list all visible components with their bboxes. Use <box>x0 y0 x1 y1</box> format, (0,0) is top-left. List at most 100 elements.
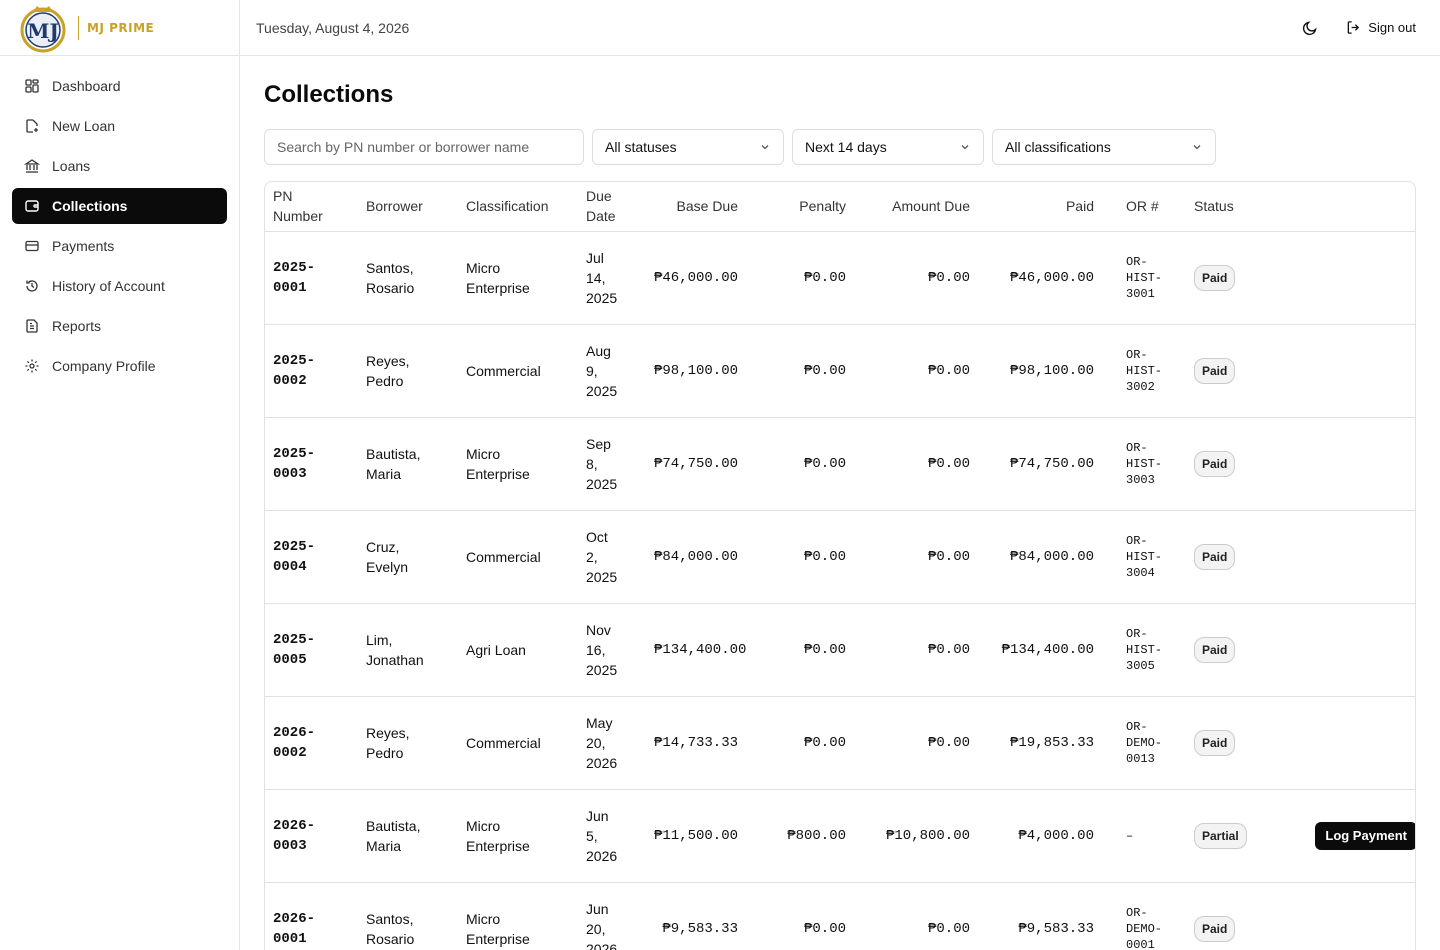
moon-icon <box>1303 20 1317 35</box>
paid-cell: ₱74,750.00 <box>978 417 1102 511</box>
sidebar-item-collections[interactable]: Collections <box>12 188 227 224</box>
sidebar-item-history-of-account[interactable]: History of Account <box>12 268 227 304</box>
or-number-cell: OR- HIST- 3003 <box>1102 417 1170 511</box>
column-header-penalty: Penalty <box>746 182 854 232</box>
sidebar-item-label: History of Account <box>52 278 165 294</box>
base-due-cell: ₱14,733.33 <box>646 696 746 790</box>
penalty-cell: ₱0.00 <box>746 324 854 418</box>
wallet-icon <box>25 200 39 212</box>
sidebar-item-loans[interactable]: Loans <box>12 148 227 184</box>
action-cell <box>1283 882 1415 950</box>
search-input[interactable] <box>264 129 584 165</box>
status-filter-select[interactable]: All statuses <box>592 129 784 165</box>
amount-due-cell: ₱0.00 <box>854 882 978 950</box>
company-logo: MJ <box>18 3 68 53</box>
sidebar-item-label: Dashboard <box>52 78 121 94</box>
due-date-cell: Sep 8, 2025 <box>578 417 646 511</box>
page-title: Collections <box>264 81 394 108</box>
log-payment-button[interactable]: Log Payment <box>1315 821 1415 850</box>
chevron-down-icon <box>761 145 769 150</box>
sidebar-item-company-profile[interactable]: Company Profile <box>12 348 227 384</box>
paid-cell: ₱84,000.00 <box>978 510 1102 604</box>
column-header-borrower: Borrower <box>358 182 458 232</box>
sidebar-item-dashboard[interactable]: Dashboard <box>12 68 227 104</box>
current-date: Tuesday, August 4, 2026 <box>256 19 410 36</box>
amount-due-cell: ₱0.00 <box>854 324 978 418</box>
status-badge: Paid <box>1194 450 1236 477</box>
column-header-or: OR # <box>1102 182 1170 232</box>
classification-filter-select[interactable]: All classifications <box>992 129 1216 165</box>
status-badge: Paid <box>1194 915 1236 942</box>
paid-cell: ₱98,100.00 <box>978 324 1102 418</box>
table-row[interactable]: 2025- 0003 Bautista, Maria Micro Enterprise… <box>265 417 1415 511</box>
base-due-cell: ₱9,583.33 <box>646 882 746 950</box>
table-row[interactable]: 2025- 0005 Lim, Jonathan Agri Loan Nov 16, 2… <box>265 603 1415 697</box>
sidebar-item-label: Payments <box>52 238 115 254</box>
penalty-cell: ₱0.00 <box>746 231 854 325</box>
sign-out-button[interactable]: Sign out <box>1338 16 1424 39</box>
base-due-cell: ₱74,750.00 <box>646 417 746 511</box>
bank-icon <box>24 159 40 173</box>
pn-number-cell: 2026- 0002 <box>265 696 358 790</box>
status-badge: Partial <box>1194 822 1247 849</box>
status-cell: Paid <box>1170 510 1283 604</box>
table-row[interactable]: 2026- 0002 Reyes, Pedro Commercial May 20, 2… <box>265 696 1415 790</box>
date-range-filter-value: Next 14 days <box>805 139 887 155</box>
status-cell: Paid <box>1170 417 1283 511</box>
collections-table: PN Number Borrower Classification Due Date… <box>264 181 1416 950</box>
penalty-cell: ₱0.00 <box>746 882 854 950</box>
sidebar-item-reports[interactable]: Reports <box>12 308 227 344</box>
borrower-cell: Reyes, Pedro <box>358 696 458 790</box>
svg-text:MJ: MJ <box>27 19 59 43</box>
filter-bar: All statuses Next 14 days All classifica… <box>264 129 1416 165</box>
penalty-cell: ₱0.00 <box>746 603 854 697</box>
column-header-status: Status <box>1170 182 1283 232</box>
pn-number-cell: 2025- 0001 <box>265 231 358 325</box>
status-cell: Paid <box>1170 324 1283 418</box>
base-due-cell: ₱46,000.00 <box>646 231 746 325</box>
sidebar-item-new-loan[interactable]: New Loan <box>12 108 227 144</box>
classification-filter-value: All classifications <box>1005 139 1111 155</box>
paid-cell: ₱4,000.00 <box>978 789 1102 883</box>
due-date-cell: Oct 2, 2025 <box>578 510 646 604</box>
table-row[interactable]: 2026- 0003 Bautista, Maria Micro Enterprise… <box>265 789 1415 883</box>
column-header-pn: PN Number <box>265 182 358 232</box>
theme-toggle-button[interactable] <box>1296 14 1324 42</box>
due-date-cell: Jun 20, 2026 <box>578 882 646 950</box>
borrower-cell: Reyes, Pedro <box>358 324 458 418</box>
or-number-cell: OR- HIST- 3001 <box>1102 231 1170 325</box>
amount-due-cell: ₱0.00 <box>854 603 978 697</box>
or-number-cell: OR- HIST- 3005 <box>1102 603 1170 697</box>
brand[interactable]: MJ MJ PRIME <box>0 0 239 56</box>
borrower-cell: Bautista, Maria <box>358 417 458 511</box>
base-due-cell: ₱98,100.00 <box>646 324 746 418</box>
paid-cell: ₱46,000.00 <box>978 231 1102 325</box>
sidebar-item-label: New Loan <box>52 118 116 134</box>
penalty-cell: ₱0.00 <box>746 510 854 604</box>
main-area: Tuesday, August 4, 2026 Sign out Collect… <box>240 0 1440 950</box>
borrower-cell: Bautista, Maria <box>358 789 458 883</box>
amount-due-cell: ₱0.00 <box>854 696 978 790</box>
content: Collections All statuses Next 14 days Al… <box>240 56 1440 950</box>
classification-cell: Micro Enterprise <box>458 789 578 883</box>
status-badge: Paid <box>1194 636 1236 663</box>
table-row[interactable]: 2025- 0002 Reyes, Pedro Commercial Aug 9, 20… <box>265 324 1415 418</box>
action-cell <box>1283 231 1415 325</box>
table-row[interactable]: 2026- 0001 Santos, Rosario Micro Enterprise… <box>265 882 1415 950</box>
date-range-filter-select[interactable]: Next 14 days <box>792 129 984 165</box>
action-cell <box>1283 696 1415 790</box>
table-row[interactable]: 2025- 0004 Cruz, Evelyn Commercial Oct 2, 20… <box>265 510 1415 604</box>
pn-number-cell: 2026- 0001 <box>265 882 358 950</box>
paid-cell: ₱9,583.33 <box>978 882 1102 950</box>
table-row[interactable]: 2025- 0001 Santos, Rosario Micro Enterprise… <box>265 231 1415 325</box>
status-badge: Paid <box>1194 729 1236 756</box>
or-number-cell: OR- DEMO- 0013 <box>1102 696 1170 790</box>
sidebar-item-payments[interactable]: Payments <box>12 228 227 264</box>
brand-divider <box>78 15 79 40</box>
borrower-cell: Cruz, Evelyn <box>358 510 458 604</box>
gear-icon <box>25 359 39 373</box>
sidebar: MJ MJ PRIME Dashboard New Loan Loans Col… <box>0 0 240 950</box>
topbar: Tuesday, August 4, 2026 Sign out <box>240 0 1440 56</box>
sign-out-icon <box>1347 21 1360 34</box>
classification-cell: Commercial <box>458 324 578 418</box>
